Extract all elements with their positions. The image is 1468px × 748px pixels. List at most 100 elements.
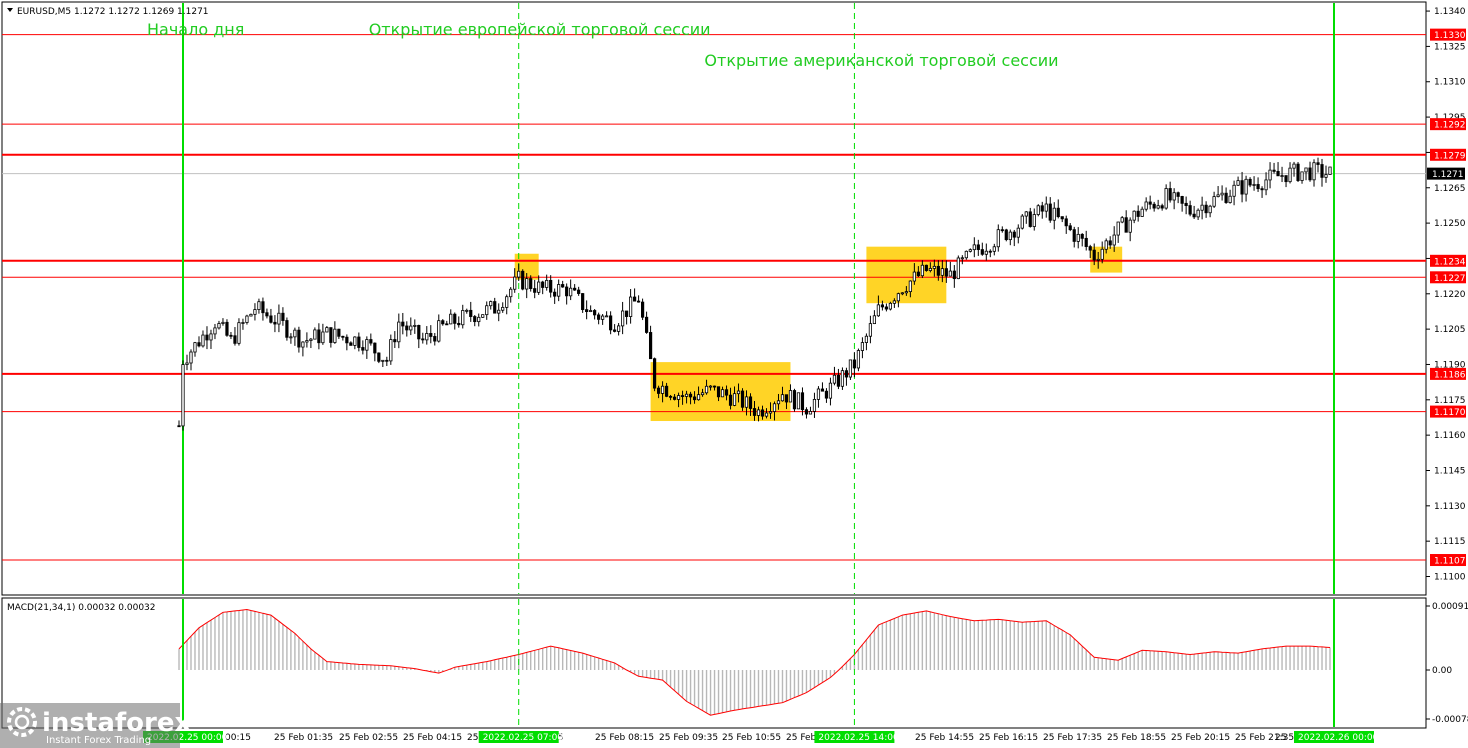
candle-body (796, 392, 801, 410)
candle-body (193, 342, 197, 353)
candle-body (948, 270, 952, 277)
candle-body (469, 309, 473, 317)
candle-body (844, 370, 849, 378)
candle-body (1228, 195, 1232, 203)
candle-body (581, 293, 585, 311)
candle-body (1092, 249, 1096, 261)
candle-body (493, 301, 497, 314)
candle-body (1288, 167, 1292, 183)
candle-body (329, 327, 333, 343)
candle-body (1172, 192, 1176, 201)
candle-body (848, 359, 853, 378)
candle-body (517, 270, 521, 278)
candle-body (724, 389, 729, 396)
candle-body (593, 310, 597, 316)
candle-body (609, 315, 613, 331)
candle-body (1260, 188, 1264, 191)
candle-body (1000, 229, 1004, 232)
level-label: 1.1234 (1434, 257, 1466, 267)
candle-body (936, 265, 940, 276)
candle-body (633, 296, 637, 302)
candle-body (1164, 188, 1168, 209)
candle-body (912, 271, 916, 282)
candle-body (501, 306, 505, 311)
session-annotation: Открытие американской торговой сессии (704, 51, 1058, 70)
candle-body (257, 301, 261, 310)
macd-tick-label: 0.00091 (1432, 602, 1468, 612)
candle-body (1220, 192, 1224, 196)
macd-label: MACD(21,34,1) 0.00032 0.00032 (7, 603, 156, 613)
candle-body (1184, 202, 1188, 206)
candle-body (972, 244, 976, 251)
candle-body (617, 325, 621, 332)
candle-body (353, 336, 357, 346)
time-tick-label: 25 Feb 16:15 (979, 733, 1038, 743)
candle-body (585, 309, 589, 312)
candle-body (505, 296, 509, 308)
candle-body (497, 309, 501, 314)
candle-body (1132, 210, 1136, 221)
candle-body (413, 324, 417, 327)
candle-body (437, 320, 441, 342)
candle-body (365, 339, 369, 351)
candle-body (1324, 174, 1328, 178)
candle-body (285, 320, 289, 338)
time-highlight-label: 2022.02.26 00:00 (1298, 733, 1379, 743)
candle-body (1052, 207, 1056, 221)
candle-body (780, 394, 785, 402)
candle-body (1072, 229, 1076, 242)
candle-body (317, 329, 321, 344)
candle-body (1116, 221, 1120, 236)
candle-body (1252, 184, 1256, 186)
session-annotation: Начало дня (147, 20, 244, 39)
candle-body (904, 291, 908, 294)
candle-body (968, 249, 972, 252)
candle-body (389, 339, 393, 362)
candle-body (325, 327, 329, 333)
session-annotation: Открытие европейской торговой сессии (369, 20, 711, 39)
candle-body (1320, 164, 1324, 178)
candle-body (1292, 163, 1296, 169)
candle-body (185, 362, 189, 365)
candle-body (804, 409, 809, 415)
candle-body (177, 425, 181, 428)
candle-body (1136, 210, 1140, 217)
macd-tick-label: -0.00078 (1432, 715, 1468, 725)
candle-body (621, 310, 625, 327)
macd-tick-label: 0.00 (1432, 666, 1452, 676)
candle-body (1060, 216, 1064, 220)
candle-body (1308, 167, 1312, 181)
candle-body (349, 342, 353, 346)
candle-body (888, 302, 892, 310)
candle-body (1096, 258, 1100, 261)
candle-body (1296, 163, 1300, 181)
candle-body (1124, 217, 1128, 233)
price-tick-label: 1.1340 (1434, 7, 1466, 17)
candle-body (373, 342, 377, 354)
candle-body (265, 312, 269, 317)
candle-body (1152, 203, 1156, 209)
candle-body (916, 271, 920, 277)
candle-body (557, 284, 561, 297)
candle-body (461, 310, 465, 326)
current-price-label: 1.1271 (1432, 170, 1464, 180)
candle-body (521, 270, 525, 290)
candle-body (892, 300, 896, 304)
candle-body (728, 394, 733, 406)
candle-body (764, 412, 769, 417)
candle-body (736, 390, 741, 395)
candle-body (421, 338, 425, 341)
candle-body (345, 336, 349, 344)
candle-body (720, 389, 725, 398)
candle-body (812, 398, 817, 412)
candle-body (445, 323, 449, 326)
candle-body (293, 329, 297, 338)
candle-body (209, 333, 213, 341)
candle-body (249, 313, 253, 317)
candle-body (996, 229, 1000, 248)
candle-body (944, 268, 948, 277)
candle-body (369, 339, 373, 344)
time-tick-label: 25 Feb 18:55 (1107, 733, 1166, 743)
candle-body (776, 400, 781, 405)
candle-body (629, 296, 633, 317)
